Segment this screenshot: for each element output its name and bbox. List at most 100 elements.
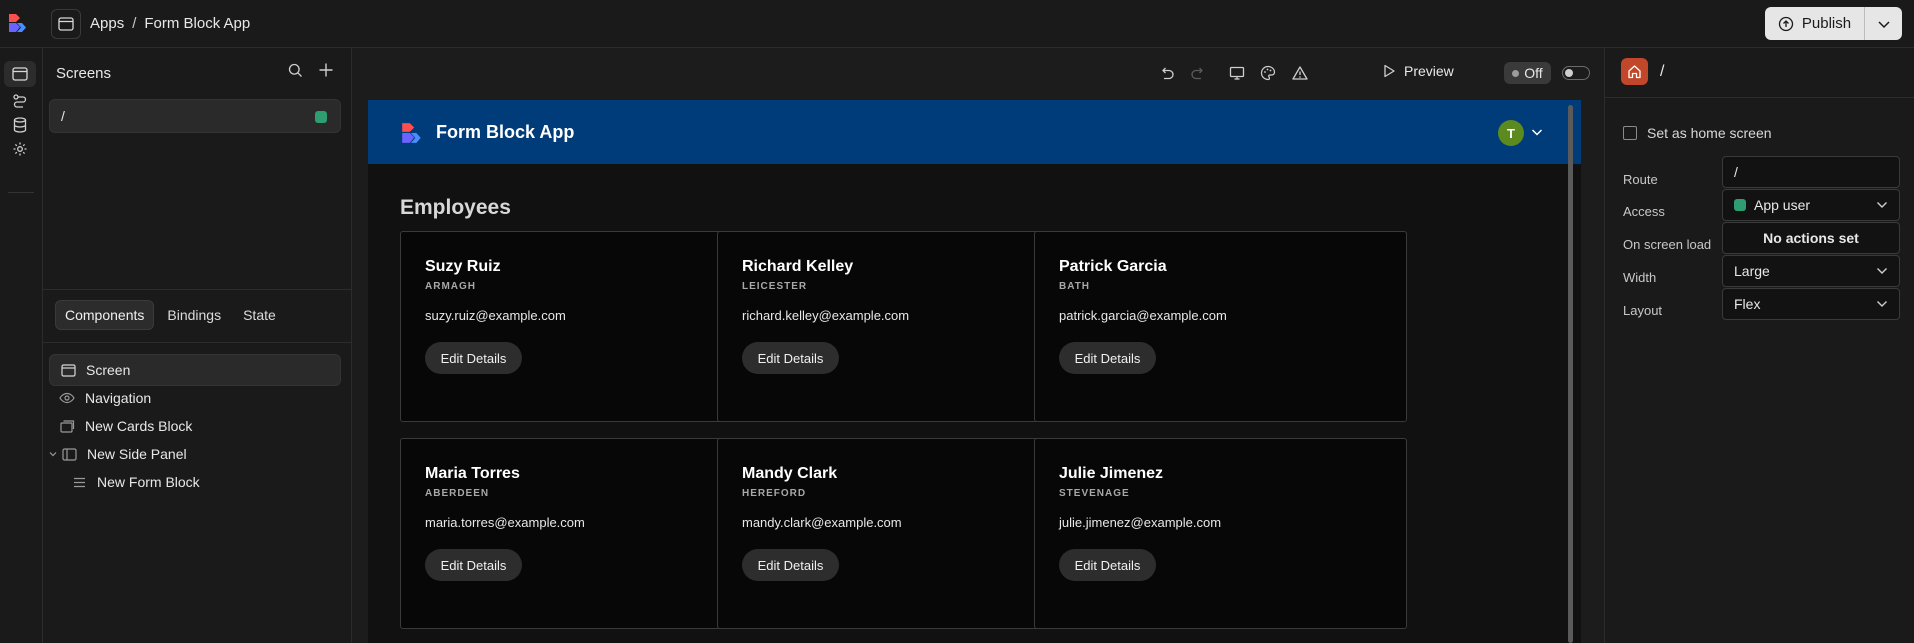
edit-details-button[interactable]: Edit Details <box>425 342 522 374</box>
employee-email: patrick.garcia@example.com <box>1059 308 1227 323</box>
redo-button[interactable] <box>1190 65 1206 81</box>
avatar[interactable]: T <box>1498 120 1524 146</box>
screens-title: Screens <box>56 65 112 82</box>
rail-automation-button[interactable] <box>4 88 36 114</box>
palette-icon <box>1260 65 1276 81</box>
eye-icon <box>57 392 77 404</box>
component-label: New Cards Block <box>85 418 193 434</box>
component-label: New Side Panel <box>87 446 187 462</box>
breadcrumb: Apps / Form Block App <box>90 15 250 32</box>
employee-card: Patrick Garcia BATH patrick.garcia@examp… <box>1034 231 1407 422</box>
app-title[interactable]: Form Block App <box>436 122 574 143</box>
access-select[interactable]: App user <box>1722 189 1900 221</box>
warning-icon <box>1292 66 1308 80</box>
component-label: Navigation <box>85 390 152 406</box>
app-navigation-bar: Form Block App T <box>368 100 1581 164</box>
employee-city: ARMAGH <box>425 281 476 292</box>
redo-icon <box>1191 67 1203 80</box>
tab-components[interactable]: Components <box>55 300 155 330</box>
screen-icon <box>58 363 78 377</box>
breadcrumb-apps[interactable]: Apps <box>90 15 124 32</box>
toggle-knob <box>1565 69 1573 77</box>
monitor-icon <box>1229 66 1245 80</box>
edit-details-button[interactable]: Edit Details <box>742 342 839 374</box>
gear-icon <box>13 142 27 156</box>
left-rail <box>0 48 43 643</box>
publish-button[interactable]: Publish <box>1765 7 1865 40</box>
app-logo-icon[interactable] <box>400 121 424 145</box>
search-icon <box>288 63 302 77</box>
checkbox-label: Set as home screen <box>1647 125 1772 141</box>
tab-state[interactable]: State <box>234 300 285 330</box>
plus-icon <box>319 63 333 77</box>
add-screen-button[interactable] <box>318 62 334 78</box>
component-tree-item-form-block[interactable]: New Form Block <box>49 466 341 498</box>
employee-name: Richard Kelley <box>742 258 854 275</box>
preview-button[interactable]: Preview <box>1382 63 1454 79</box>
publish-options-button[interactable] <box>1865 7 1902 40</box>
width-select[interactable]: Large <box>1722 255 1900 287</box>
panel-divider <box>43 289 351 290</box>
chevron-down-icon <box>1877 20 1890 28</box>
rail-design-button[interactable] <box>4 61 36 87</box>
screen-route-label: / <box>61 108 65 124</box>
access-label: Access <box>1623 204 1665 219</box>
employee-email: julie.jimenez@example.com <box>1059 515 1222 530</box>
rail-divider <box>8 192 34 193</box>
edit-details-button[interactable]: Edit Details <box>425 549 522 581</box>
layout-select[interactable]: Flex <box>1722 288 1900 320</box>
on-screen-load-value: No actions set <box>1763 230 1859 246</box>
publish-label: Publish <box>1801 15 1852 32</box>
chevron-down-icon <box>1876 267 1888 275</box>
status-off-badge[interactable]: Off <box>1504 62 1551 84</box>
home-screen-button[interactable] <box>1621 58 1648 85</box>
route-input[interactable]: / <box>1722 156 1900 188</box>
screen-route-title: / <box>1660 63 1665 80</box>
screen-layout-button[interactable] <box>51 9 81 39</box>
undo-button[interactable] <box>1159 65 1175 81</box>
tab-bindings[interactable]: Bindings <box>158 300 230 330</box>
screen-settings-panel: / Set as home screen Route / Access App … <box>1604 48 1914 643</box>
employee-name: Maria Torres <box>425 465 520 482</box>
checkbox-box[interactable] <box>1623 126 1637 140</box>
rail-settings-button[interactable] <box>4 136 36 162</box>
on-screen-load-label: On screen load <box>1623 237 1712 252</box>
component-label: Screen <box>86 362 131 378</box>
width-value: Large <box>1734 263 1770 279</box>
canvas-toolbar: Preview Off <box>352 48 1604 98</box>
play-icon <box>1384 64 1395 78</box>
breadcrumb-app-name[interactable]: Form Block App <box>144 15 250 32</box>
employee-city: ABERDEEN <box>425 488 490 499</box>
top-bar: Apps / Form Block App Publish <box>0 0 1914 48</box>
search-screens-button[interactable] <box>288 63 303 78</box>
on-screen-load-button[interactable]: No actions set <box>1722 222 1900 254</box>
edit-details-button[interactable]: Edit Details <box>1059 342 1156 374</box>
employee-city: HEREFORD <box>742 488 807 499</box>
preview-toggle[interactable] <box>1562 66 1590 80</box>
publish-button-group: Publish <box>1765 7 1902 40</box>
rail-data-button[interactable] <box>4 112 36 138</box>
budibase-logo-icon[interactable] <box>7 12 29 34</box>
component-label: New Form Block <box>97 474 200 490</box>
employee-city: LEICESTER <box>742 281 808 292</box>
form-icon <box>69 477 89 488</box>
chevron-down-icon[interactable] <box>1531 127 1543 137</box>
chevron-down-icon[interactable] <box>49 450 57 458</box>
edit-details-button[interactable]: Edit Details <box>742 549 839 581</box>
set-home-screen-checkbox[interactable]: Set as home screen <box>1623 125 1772 141</box>
device-preview-button[interactable] <box>1229 65 1245 81</box>
theme-button[interactable] <box>1260 65 1276 81</box>
scrollbar[interactable] <box>1568 105 1573 643</box>
employee-email: maria.torres@example.com <box>425 515 585 530</box>
layout-value: Flex <box>1734 296 1761 312</box>
employee-name: Suzy Ruiz <box>425 258 501 275</box>
screen-icon <box>58 17 74 31</box>
employee-card: Julie Jimenez STEVENAGE julie.jimenez@ex… <box>1034 438 1407 629</box>
chevron-down-icon <box>1876 300 1888 308</box>
canvas-area: Preview Off Form Block App T Employees S… <box>352 48 1604 643</box>
tabs-divider <box>43 342 351 343</box>
employee-name: Julie Jimenez <box>1059 465 1164 482</box>
warnings-button[interactable] <box>1292 65 1308 81</box>
screen-list-item[interactable]: / <box>49 99 341 133</box>
edit-details-button[interactable]: Edit Details <box>1059 549 1156 581</box>
